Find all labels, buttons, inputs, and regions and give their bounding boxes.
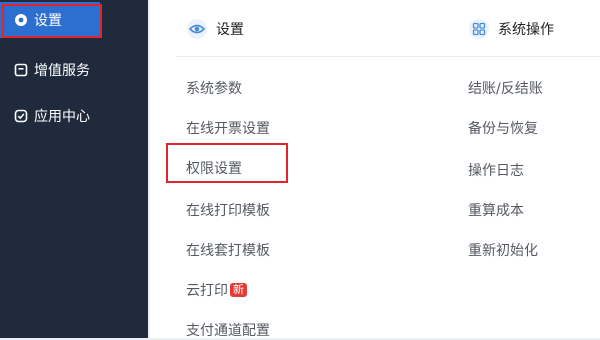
eye-icon	[186, 18, 208, 40]
highlight-frame	[166, 143, 288, 183]
square-icon	[14, 63, 28, 77]
link-recalculate-cost[interactable]: 重算成本	[468, 200, 524, 220]
link-online-overlay-print-template[interactable]: 在线套打模板	[186, 240, 270, 260]
link-system-params[interactable]: 系统参数	[186, 78, 242, 98]
settings-header-label: 设置	[216, 22, 244, 38]
new-badge: 新	[230, 283, 247, 297]
link-online-invoice-settings[interactable]: 在线开票设置	[186, 118, 270, 138]
cloud-print-label: 云打印	[186, 283, 228, 299]
system-ops-header: 系统操作	[468, 12, 554, 46]
check-shield-icon	[14, 109, 28, 123]
grid-icon	[468, 18, 490, 40]
system-ops-header-label: 系统操作	[498, 22, 554, 38]
link-close-reopen-books[interactable]: 结账/反结账	[468, 78, 543, 98]
sidebar-item-label: 增值服务	[34, 63, 90, 79]
sidebar-item-value-added-services[interactable]: 增值服务	[0, 52, 148, 88]
link-cloud-print[interactable]: 云打印新	[186, 280, 247, 300]
divider	[176, 56, 600, 57]
highlight-frame	[2, 4, 102, 38]
sidebar: 设置 增值服务 应用中心	[0, 0, 148, 338]
link-backup-restore[interactable]: 备份与恢复	[468, 118, 538, 138]
sidebar-item-app-center[interactable]: 应用中心	[0, 98, 148, 134]
link-payment-channel-config[interactable]: 支付通道配置	[186, 320, 270, 340]
settings-header: 设置	[186, 12, 244, 46]
sidebar-item-label: 应用中心	[34, 109, 90, 125]
link-operation-log[interactable]: 操作日志	[468, 160, 524, 180]
link-online-print-template[interactable]: 在线打印模板	[186, 200, 270, 220]
link-reinitialize[interactable]: 重新初始化	[468, 240, 538, 260]
